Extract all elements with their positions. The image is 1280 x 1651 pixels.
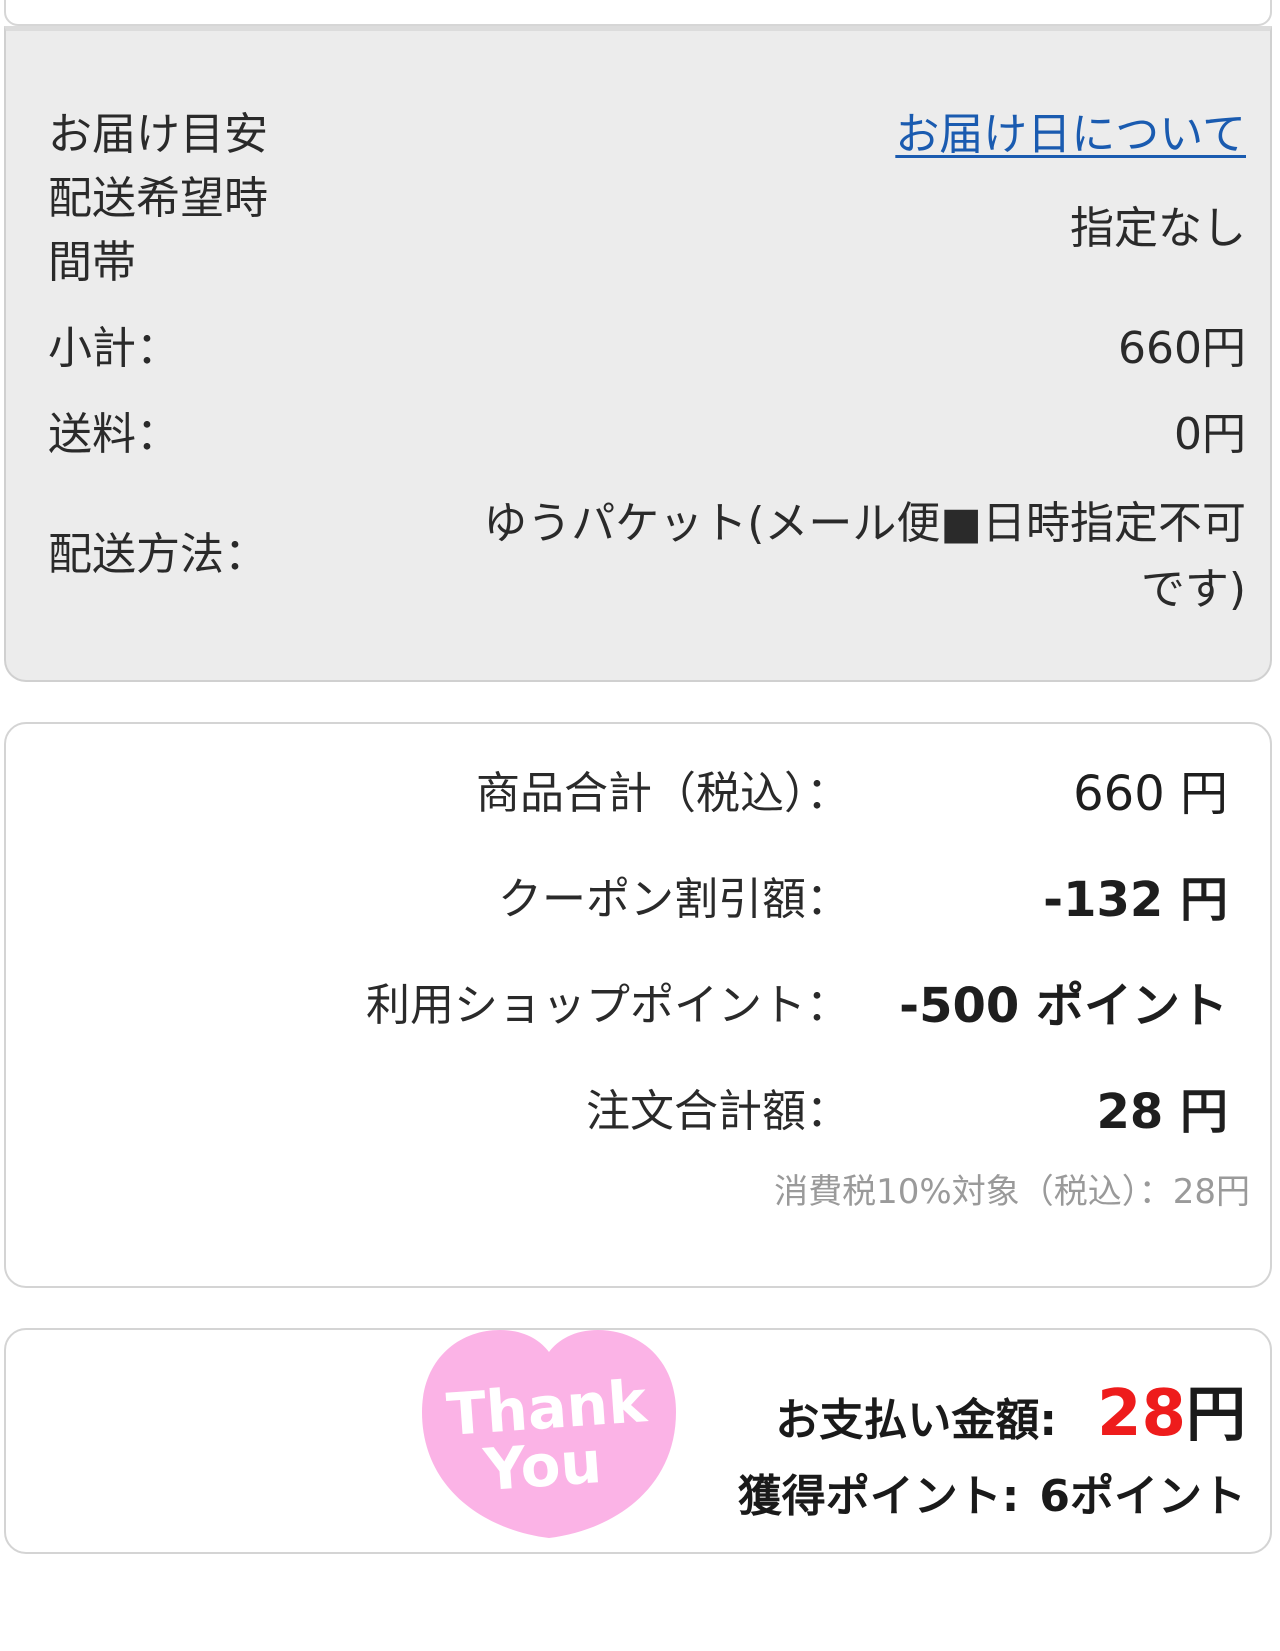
order-totals-card: 商品合計（税込）： 660 円 クーポン割引額： -132 円 利用ショップポイ… bbox=[4, 722, 1272, 1288]
thank-you-text-line2: You bbox=[480, 1428, 603, 1504]
delivery-date-info-link-text[interactable]: お届け日について bbox=[895, 109, 1246, 160]
payment-amount-value: 28 bbox=[1096, 1377, 1186, 1451]
earned-points-label: 獲得ポイント: bbox=[737, 1471, 1020, 1522]
order-total-value: 28 円 bbox=[1096, 1084, 1228, 1140]
shop-points-used-value: -500 ポイント bbox=[899, 978, 1228, 1034]
time-slot-value: 指定なし bbox=[1070, 203, 1246, 254]
order-total-label: 注文合計額： bbox=[586, 1086, 850, 1137]
subtotal-value: 660円 bbox=[1118, 323, 1246, 374]
earned-points-value: 6ポイント bbox=[1039, 1471, 1246, 1522]
shipping-fee-label: 送料： bbox=[48, 409, 180, 460]
shop-points-used-label: 利用ショップポイント： bbox=[366, 980, 850, 1031]
item-total-value: 660 円 bbox=[1073, 766, 1228, 822]
coupon-discount-label: クーポン割引額： bbox=[498, 874, 850, 925]
item-total-label: 商品合計（税込）： bbox=[476, 768, 850, 819]
shipping-method-value: ゆうパケット(メール便■日時指定不可です) bbox=[483, 498, 1246, 615]
previous-card-bottom bbox=[4, 0, 1272, 26]
payment-amount: お支払い金額: 28円 bbox=[775, 1366, 1246, 1453]
shipping-method-label: 配送方法： bbox=[48, 529, 268, 580]
delivery-info-card: お届け目安 お届け日について 配送希望時 間帯 指定なし 小計： 660円 送料… bbox=[4, 26, 1272, 682]
delivery-estimate-label: お届け目安 bbox=[48, 109, 268, 160]
tax-note: 消費税10%対象（税込）：28円 bbox=[774, 1172, 1250, 1212]
shipping-fee-value: 0円 bbox=[1174, 409, 1246, 460]
payment-amount-label: お支払い金額: bbox=[775, 1395, 1057, 1446]
subtotal-label: 小計： bbox=[48, 323, 180, 374]
payment-amount-unit: 円 bbox=[1186, 1380, 1246, 1450]
payment-summary-card: Thank You お支払い金額: 28円 獲得ポイント: 6ポイント bbox=[4, 1328, 1272, 1554]
thank-you-heart-icon: Thank You bbox=[422, 1330, 676, 1538]
time-slot-label: 配送希望時 間帯 bbox=[48, 167, 268, 295]
earned-points: 獲得ポイント: 6ポイント bbox=[738, 1460, 1246, 1524]
time-slot-label-line1: 配送希望時 bbox=[48, 173, 268, 224]
delivery-date-info-link[interactable]: お届け日について bbox=[895, 103, 1246, 167]
coupon-discount-value: -132 円 bbox=[1043, 872, 1228, 928]
time-slot-label-line2: 間帯 bbox=[48, 237, 136, 288]
